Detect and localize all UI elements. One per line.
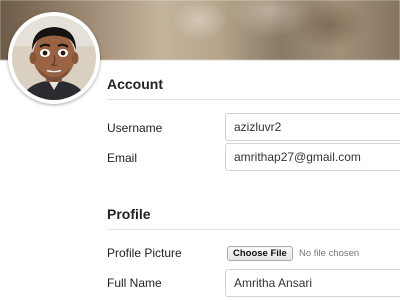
file-status-text: No file chosen — [299, 248, 360, 259]
avatar-photo — [12, 16, 96, 100]
full-name-field[interactable]: Amritha Ansari — [225, 269, 400, 297]
email-label: Email — [107, 151, 138, 165]
username-label: Username — [107, 121, 163, 135]
account-section-title: Account — [107, 76, 163, 92]
profile-section-title: Profile — [107, 206, 151, 222]
profile-picture-label: Profile Picture — [107, 246, 182, 260]
account-divider — [107, 99, 400, 100]
full-name-label: Full Name — [107, 276, 162, 290]
profile-divider — [107, 229, 400, 230]
username-field[interactable]: azizluvr2 — [225, 113, 400, 141]
email-field[interactable]: amrithap27@gmail.com — [225, 143, 400, 171]
avatar[interactable] — [8, 12, 100, 104]
choose-file-button[interactable]: Choose File — [227, 246, 293, 261]
